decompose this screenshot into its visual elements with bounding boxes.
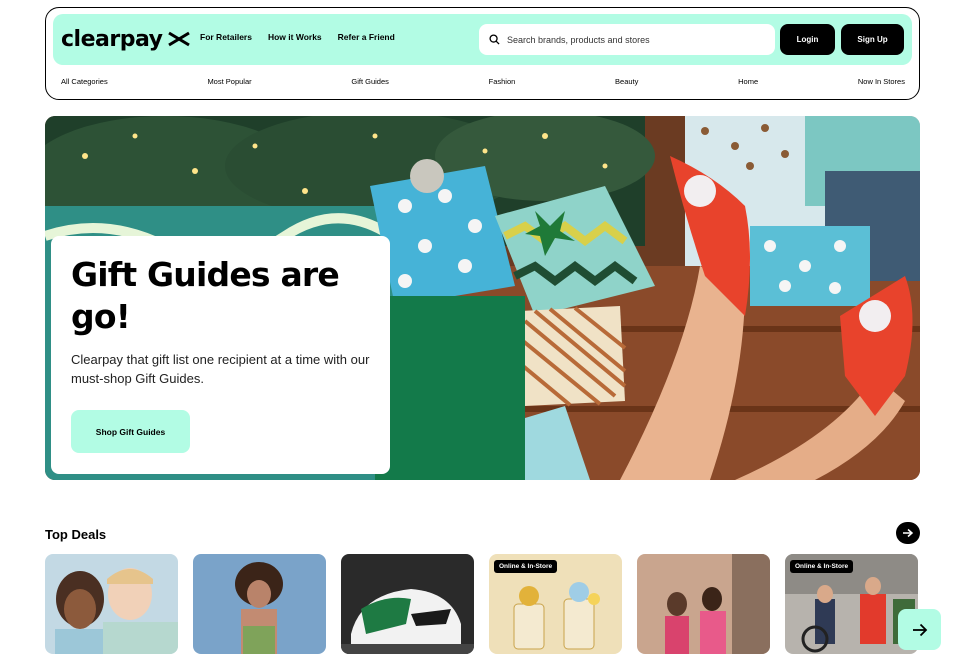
shop-gift-guides-button[interactable]: Shop Gift Guides [71, 410, 190, 453]
top-deals-carousel: Online & In-Store Online & In-Store [45, 554, 918, 654]
deal-image [637, 554, 770, 654]
deal-card[interactable] [637, 554, 770, 654]
top-deals-title: Top Deals [45, 527, 107, 542]
search-box[interactable] [479, 24, 775, 55]
category-now-in-stores[interactable]: Now In Stores [858, 77, 905, 86]
login-button[interactable]: Login [780, 24, 835, 55]
top-nav-bar: clearpay For Retailers How it Works Refe… [53, 14, 912, 65]
search-input[interactable] [507, 34, 757, 45]
category-home[interactable]: Home [738, 77, 758, 86]
hero-banner[interactable]: Gift Guides are go! Clearpay that gift l… [45, 116, 920, 480]
nav-how-it-works[interactable]: How it Works [268, 32, 322, 42]
top-deals-next-button[interactable] [896, 522, 920, 544]
hero-subtitle: Clearpay that gift list one recipient at… [71, 352, 370, 386]
deal-card[interactable] [45, 554, 178, 654]
hero-card: Gift Guides are go! Clearpay that gift l… [51, 236, 390, 474]
deal-image [45, 554, 178, 654]
deal-image [193, 554, 326, 654]
online-in-store-badge: Online & In-Store [494, 560, 558, 573]
arrow-right-icon [903, 528, 914, 538]
search-icon [489, 34, 500, 45]
deal-image [341, 554, 474, 654]
site-header: clearpay For Retailers How it Works Refe… [45, 7, 920, 100]
category-most-popular[interactable]: Most Popular [207, 77, 251, 86]
category-fashion[interactable]: Fashion [489, 77, 516, 86]
clearpay-logo-icon [168, 31, 191, 47]
nav-for-retailers[interactable]: For Retailers [200, 32, 252, 42]
online-in-store-badge: Online & In-Store [790, 560, 854, 573]
category-all[interactable]: All Categories [61, 77, 108, 86]
signup-button[interactable]: Sign Up [841, 24, 904, 55]
hero-title: Gift Guides are go! [71, 255, 340, 336]
category-beauty[interactable]: Beauty [615, 77, 638, 86]
carousel-next-button[interactable] [898, 609, 941, 650]
nav-refer-a-friend[interactable]: Refer a Friend [338, 32, 395, 42]
arrow-right-icon [912, 623, 927, 636]
category-gift-guides[interactable]: Gift Guides [351, 77, 389, 86]
deal-card[interactable] [341, 554, 474, 654]
primary-nav: For Retailers How it Works Refer a Frien… [200, 32, 395, 42]
logo-text: clearpay [61, 26, 163, 52]
clearpay-logo[interactable]: clearpay [61, 24, 192, 54]
deal-card[interactable]: Online & In-Store [489, 554, 622, 654]
deal-card[interactable] [193, 554, 326, 654]
category-nav: All Categories Most Popular Gift Guides … [61, 77, 905, 86]
